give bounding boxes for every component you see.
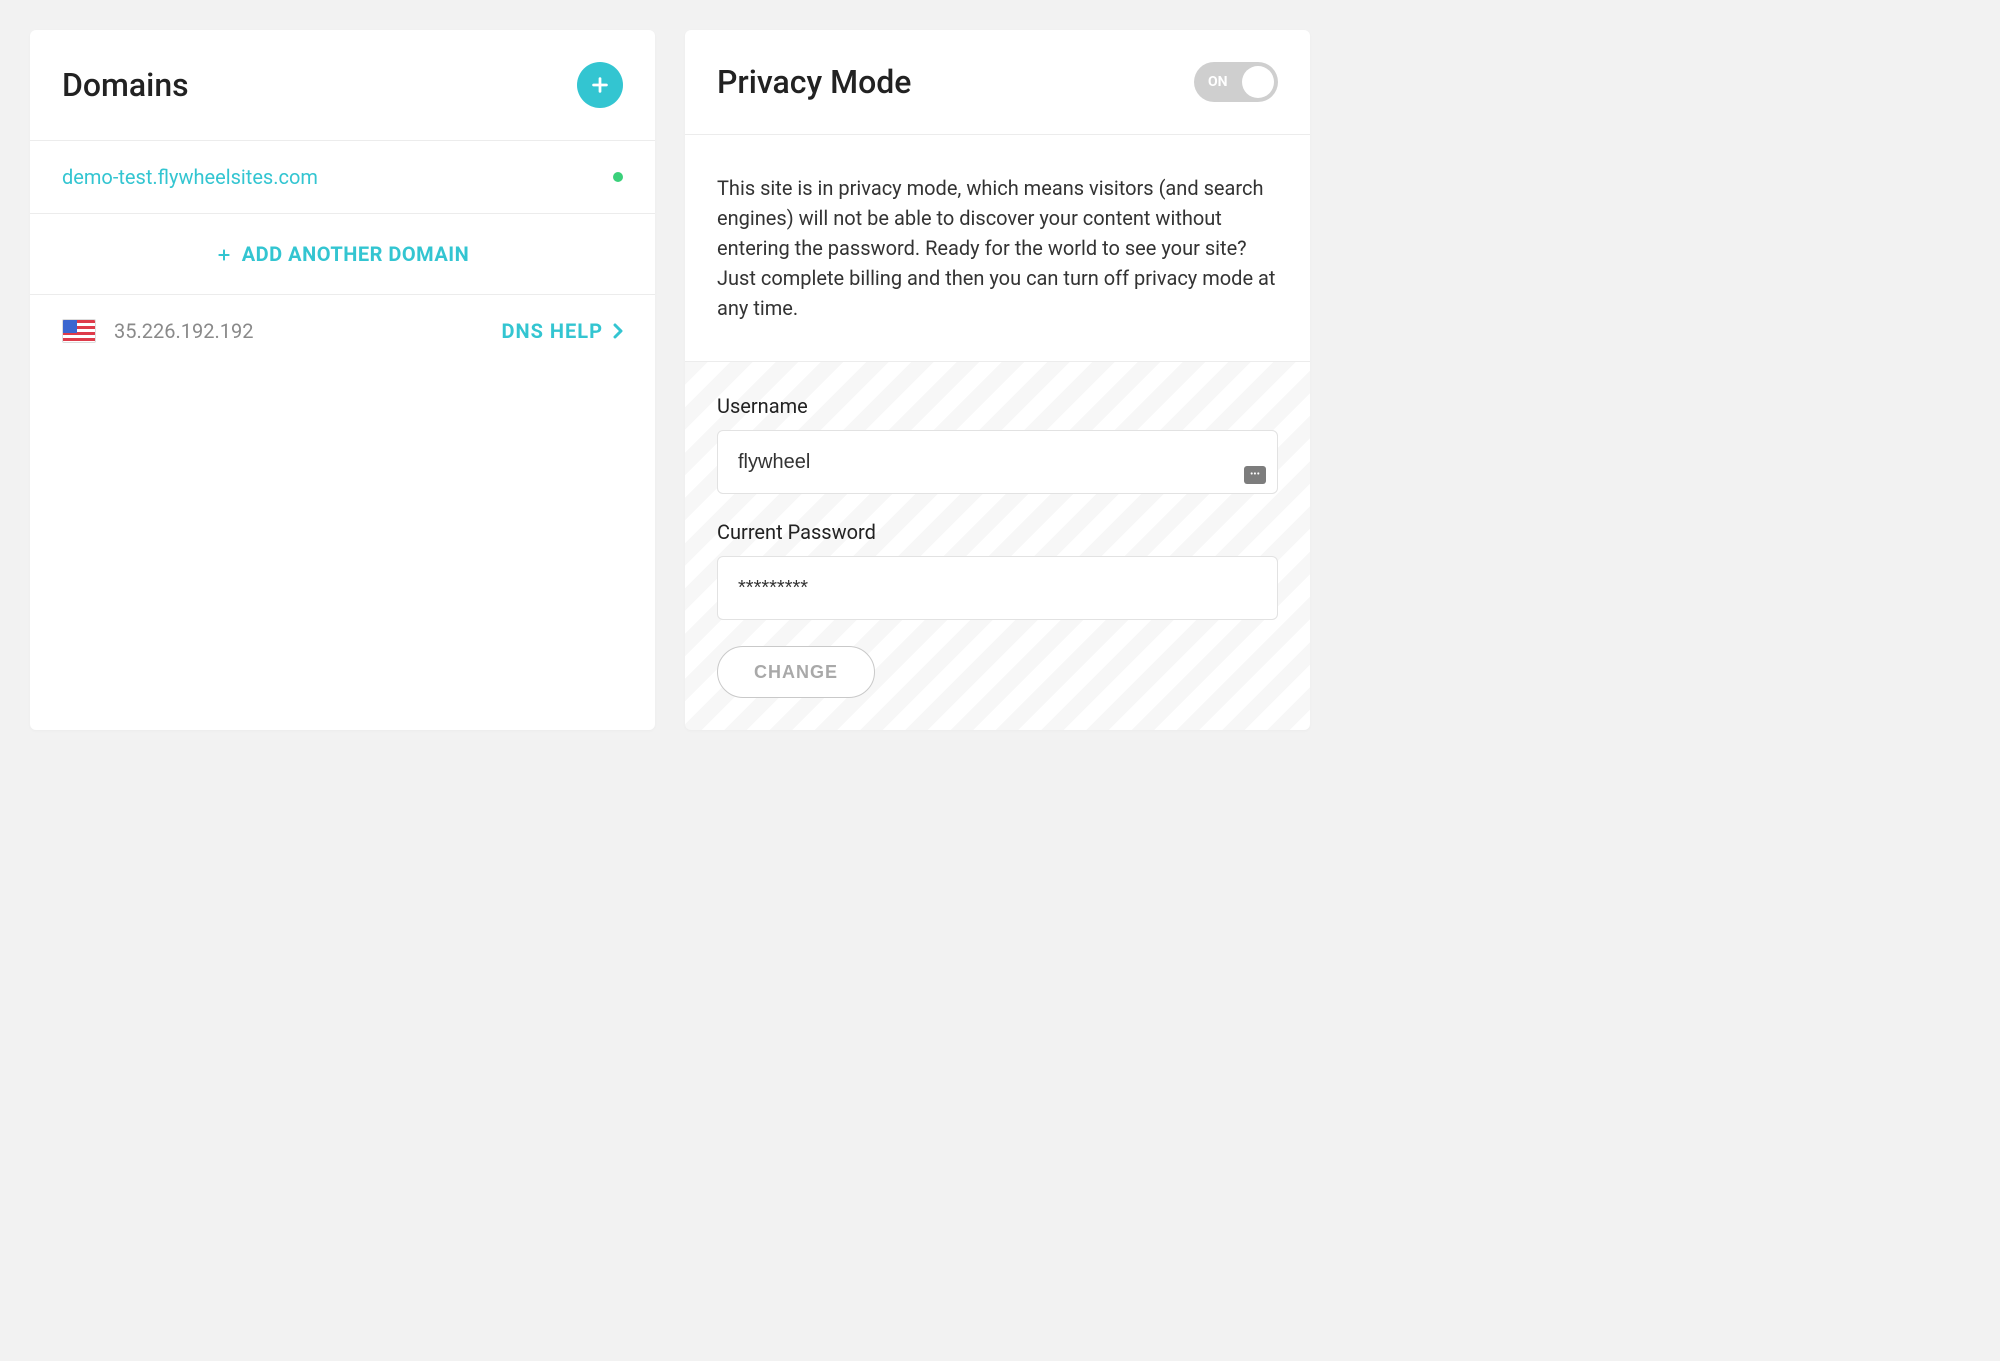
dns-help-label: DNS HELP [502, 319, 603, 343]
credentials-section: Username Current Password CHANGE [685, 362, 1310, 730]
domains-card: Domains demo-test.flywheelsites.com ADD … [30, 30, 655, 730]
dns-help-link[interactable]: DNS HELP [502, 319, 623, 343]
us-flag-icon [62, 319, 96, 343]
chevron-right-icon [613, 323, 623, 339]
ip-row: 35.226.192.192 DNS HELP [30, 295, 655, 367]
plus-icon [589, 74, 611, 96]
toggle-knob [1242, 66, 1274, 98]
status-dot-icon [613, 172, 623, 182]
username-field-group: Username [717, 394, 1278, 494]
domains-header: Domains [30, 30, 655, 141]
password-field-group: Current Password [717, 520, 1278, 620]
password-input[interactable] [717, 556, 1278, 620]
privacy-description-section: This site is in privacy mode, which mean… [685, 135, 1310, 362]
privacy-title: Privacy Mode [717, 63, 911, 101]
add-another-domain-button[interactable]: ADD ANOTHER DOMAIN [30, 214, 655, 295]
username-label: Username [717, 394, 1278, 418]
username-input[interactable] [717, 430, 1278, 494]
privacy-description: This site is in privacy mode, which mean… [717, 173, 1278, 323]
add-domain-button[interactable] [577, 62, 623, 108]
privacy-header: Privacy Mode ON [685, 30, 1310, 135]
domain-link[interactable]: demo-test.flywheelsites.com [62, 165, 318, 189]
ip-address: 35.226.192.192 [114, 319, 253, 343]
privacy-toggle[interactable]: ON [1194, 62, 1278, 102]
change-button[interactable]: CHANGE [717, 646, 875, 698]
password-manager-icon[interactable] [1244, 466, 1266, 484]
domains-title: Domains [62, 66, 189, 104]
password-label: Current Password [717, 520, 1278, 544]
plus-icon [216, 247, 232, 263]
privacy-card: Privacy Mode ON This site is in privacy … [685, 30, 1310, 730]
toggle-state-label: ON [1208, 74, 1228, 90]
add-domain-label: ADD ANOTHER DOMAIN [242, 242, 470, 266]
change-button-label: CHANGE [754, 662, 838, 682]
domain-row: demo-test.flywheelsites.com [30, 141, 655, 214]
